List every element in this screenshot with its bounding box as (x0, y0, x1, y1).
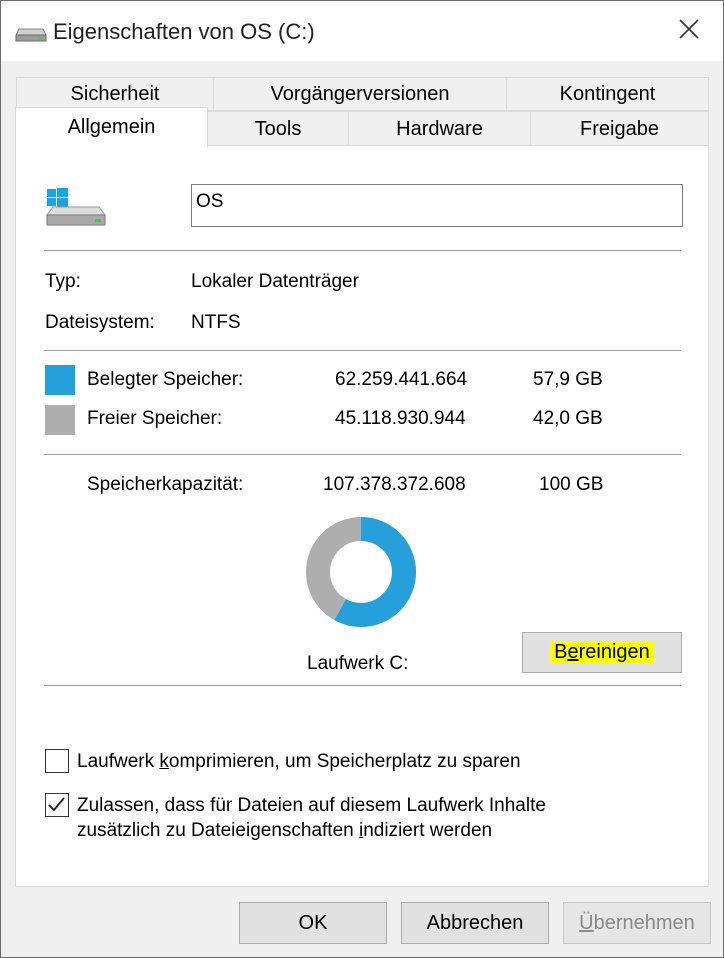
tab-label: Sicherheit (70, 82, 160, 105)
capacity-label: Speicherkapazität: (87, 474, 244, 495)
compress-drive-checkbox[interactable] (45, 749, 69, 773)
divider (44, 454, 681, 455)
tab-label: Kontingent (559, 82, 656, 105)
compress-drive-label: Laufwerk komprimieren, um Speicherplatz … (77, 751, 521, 772)
free-space-label: Freier Speicher: (87, 408, 223, 429)
filesystem-label: Dateisystem: (45, 312, 155, 333)
tab-freigabe[interactable]: Freigabe (530, 111, 709, 147)
cleanup-label: Bereinigen (550, 641, 654, 664)
used-space-label: Belegter Speicher: (87, 369, 244, 390)
drive-icon (15, 23, 47, 48)
drive-letter-label: Laufwerk C: (307, 653, 409, 674)
free-space-bytes: 45.118.930.944 (335, 408, 466, 429)
divider (44, 685, 681, 686)
tab-kontingent[interactable]: Kontingent (506, 77, 709, 111)
used-space-bytes: 62.259.441.664 (335, 369, 468, 390)
properties-dialog: Eigenschaften von OS (C:) Sicherheit Vor… (0, 0, 724, 958)
apply-label: Übernehmen (579, 911, 695, 934)
tab-label: Allgemein (67, 116, 156, 138)
drive-name-field[interactable]: OS (191, 184, 683, 227)
tab-label: Tools (254, 117, 302, 140)
tab-allgemein[interactable]: Allgemein (15, 107, 208, 147)
filesystem-value: NTFS (191, 312, 241, 333)
close-button[interactable] (663, 9, 715, 53)
capacity-size: 100 GB (539, 474, 604, 495)
cleanup-button[interactable]: Bereinigen (522, 632, 682, 673)
index-contents-checkbox[interactable] (45, 793, 69, 817)
usage-donut-chart (306, 517, 416, 627)
title-bar: Eigenschaften von OS (C:) (1, 1, 723, 61)
used-space-swatch (45, 365, 75, 395)
capacity-bytes: 107.378.372.608 (323, 474, 466, 495)
tab-vorgaengerversionen[interactable]: Vorgängerversionen (213, 77, 507, 111)
windows-drive-icon (45, 187, 107, 232)
type-label: Typ: (45, 271, 81, 292)
tab-label: Vorgängerversionen (270, 82, 450, 105)
tab-tools[interactable]: Tools (207, 111, 349, 147)
close-icon (679, 18, 699, 44)
window-title: Eigenschaften von OS (C:) (53, 19, 315, 44)
ok-button[interactable]: OK (239, 902, 387, 944)
checkmark-icon (48, 797, 65, 812)
tab-label: Freigabe (580, 117, 659, 140)
tab-sicherheit[interactable]: Sicherheit (16, 77, 214, 111)
apply-button[interactable]: Übernehmen (563, 902, 711, 944)
divider (44, 350, 681, 351)
free-space-size: 42,0 GB (533, 408, 603, 429)
used-space-size: 57,9 GB (533, 369, 603, 390)
cancel-button[interactable]: Abbrechen (401, 902, 549, 944)
divider (44, 250, 681, 251)
type-value: Lokaler Datenträger (191, 271, 359, 292)
free-space-swatch (45, 405, 75, 435)
tab-label: Hardware (396, 117, 483, 140)
index-contents-label: Zulassen, dass für Dateien auf diesem La… (77, 795, 546, 841)
tab-hardware[interactable]: Hardware (348, 111, 531, 147)
